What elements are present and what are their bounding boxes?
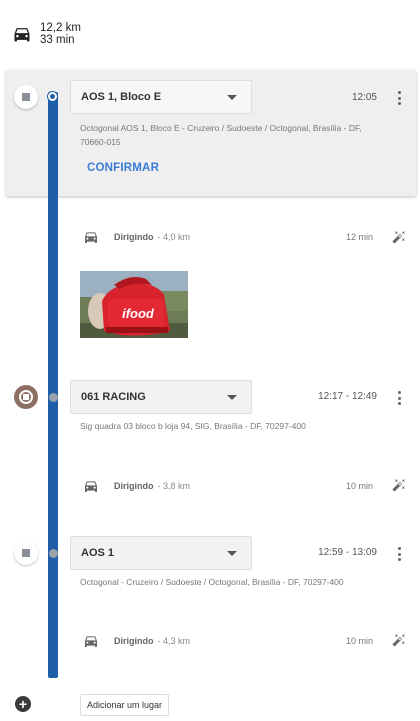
address-line: Octogonal AOS 1, Bloco E - Cruzeiro / Su… <box>80 123 362 133</box>
stop-marker-1[interactable] <box>14 85 38 109</box>
stop-address: Sig quadra 03 bloco b loja 94, SIG, Bras… <box>80 419 306 433</box>
car-icon <box>14 28 30 42</box>
stop-time: 12:17 - 12:49 <box>318 391 377 402</box>
more-options-icon[interactable] <box>392 90 406 106</box>
magic-wand-icon[interactable] <box>392 230 406 244</box>
stop-select-2[interactable]: 061 RACING <box>70 380 252 414</box>
ifood-logo: ifood <box>122 306 155 321</box>
stop-name: AOS 1 <box>81 547 115 559</box>
chevron-down-icon <box>227 395 237 400</box>
car-icon <box>85 636 97 647</box>
route-dot-2 <box>49 393 58 402</box>
address-line: Octogonal - Cruzeiro / Sudoeste / Octogo… <box>80 577 344 587</box>
leg-distance: - 3,8 km <box>157 481 191 491</box>
leg-duration: 12 min <box>346 232 374 242</box>
stop-address: Octogonal AOS 1, Bloco E - Cruzeiro / Su… <box>80 121 362 149</box>
route-line <box>48 92 58 678</box>
leg-info: Dirigindo - 4,3 km <box>82 633 190 649</box>
delivery-photo[interactable]: ifood <box>80 271 188 338</box>
leg-duration: 10 min <box>346 636 374 646</box>
route-dot-1 <box>48 92 57 101</box>
stop-time: 12:05 <box>351 92 377 103</box>
more-options-icon[interactable] <box>392 390 406 406</box>
add-place-button[interactable]: Adicionar um lugar <box>80 694 170 716</box>
more-options-icon[interactable] <box>392 546 406 562</box>
stop-marker-2[interactable] <box>14 385 38 409</box>
stop-marker-3[interactable] <box>14 541 38 565</box>
ifood-backpack-image: ifood <box>80 271 188 338</box>
car-icon <box>85 481 97 492</box>
address-line: Sig quadra 03 bloco b loja 94, SIG, Bras… <box>80 421 306 431</box>
stop-time: 12:59 - 13:09 <box>318 547 377 558</box>
total-distance: 12,2 km <box>40 22 81 34</box>
stop-select-1[interactable]: AOS 1, Bloco E <box>70 80 252 114</box>
travel-mode: Dirigindo <box>114 636 154 646</box>
address-line: 70660-015 <box>80 137 121 147</box>
leg-distance: - 4,3 km <box>157 636 191 646</box>
chevron-down-icon <box>227 551 237 556</box>
leg-duration: 10 min <box>346 481 374 491</box>
travel-mode: Dirigindo <box>114 232 154 242</box>
chevron-down-icon <box>227 95 237 100</box>
add-circle-icon[interactable]: + <box>15 696 31 712</box>
leg-distance: - 4,0 km <box>157 232 191 242</box>
total-duration: 33 min <box>40 34 75 46</box>
leg-info: Dirigindo - 4,0 km <box>82 229 190 245</box>
confirm-button[interactable]: CONFIRMAR <box>87 162 159 174</box>
leg-info: Dirigindo - 3,8 km <box>82 478 190 494</box>
magic-wand-icon[interactable] <box>392 478 406 492</box>
magic-wand-icon[interactable] <box>392 633 406 647</box>
travel-mode: Dirigindo <box>114 481 154 491</box>
stop-select-3[interactable]: AOS 1 <box>70 536 252 570</box>
stop-address: Octogonal - Cruzeiro / Sudoeste / Octogo… <box>80 575 344 589</box>
route-dot-3 <box>49 549 58 558</box>
stop-name: AOS 1, Bloco E <box>81 91 162 103</box>
route-summary: 12,2 km 33 min <box>12 18 81 50</box>
car-icon <box>85 232 97 243</box>
stop-name: 061 RACING <box>81 391 146 403</box>
